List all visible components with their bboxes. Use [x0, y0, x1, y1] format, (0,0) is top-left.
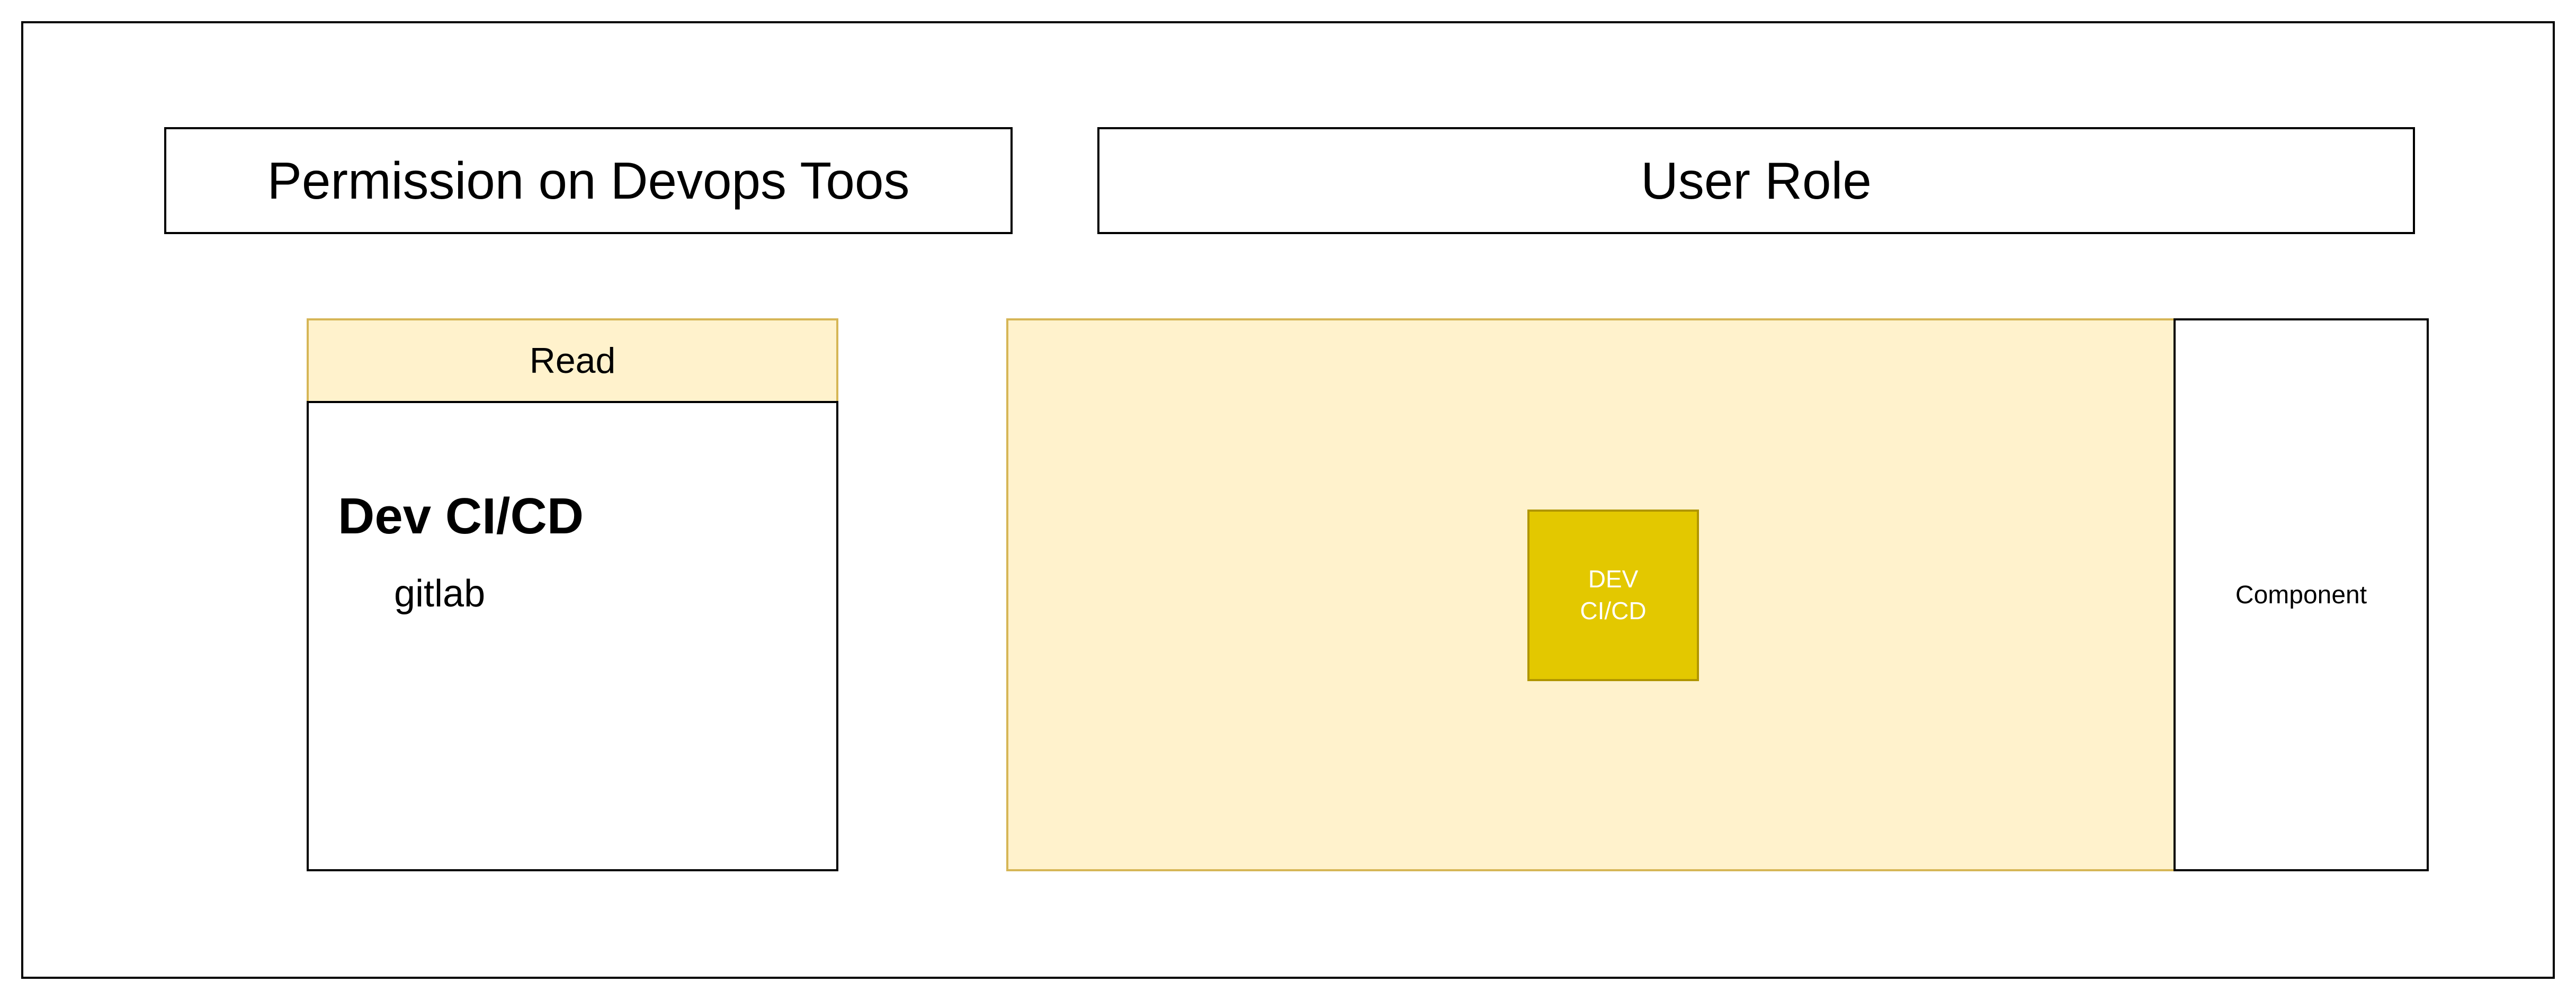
permission-header-label: Permission on Devops Toos [267, 151, 910, 210]
gitlab-tool-label: gitlab [394, 573, 486, 615]
dev-cicd-heading: Dev CI/CD [338, 488, 584, 544]
component-label: Component [2235, 581, 2367, 609]
component-box: Component [2174, 318, 2429, 871]
permission-header-box: Permission on Devops Toos [164, 127, 1013, 234]
read-swimlane-title: Read [529, 341, 616, 381]
user-role-header-label: User Role [1641, 151, 1872, 210]
user-role-header-box: User Role [1097, 127, 2415, 234]
read-swimlane-body [307, 401, 838, 871]
dev-cicd-role-node-label: DEV CI/CD [1580, 565, 1647, 624]
dev-cicd-role-node: DEV CI/CD [1527, 510, 1699, 681]
read-swimlane-header: Read [307, 318, 838, 403]
